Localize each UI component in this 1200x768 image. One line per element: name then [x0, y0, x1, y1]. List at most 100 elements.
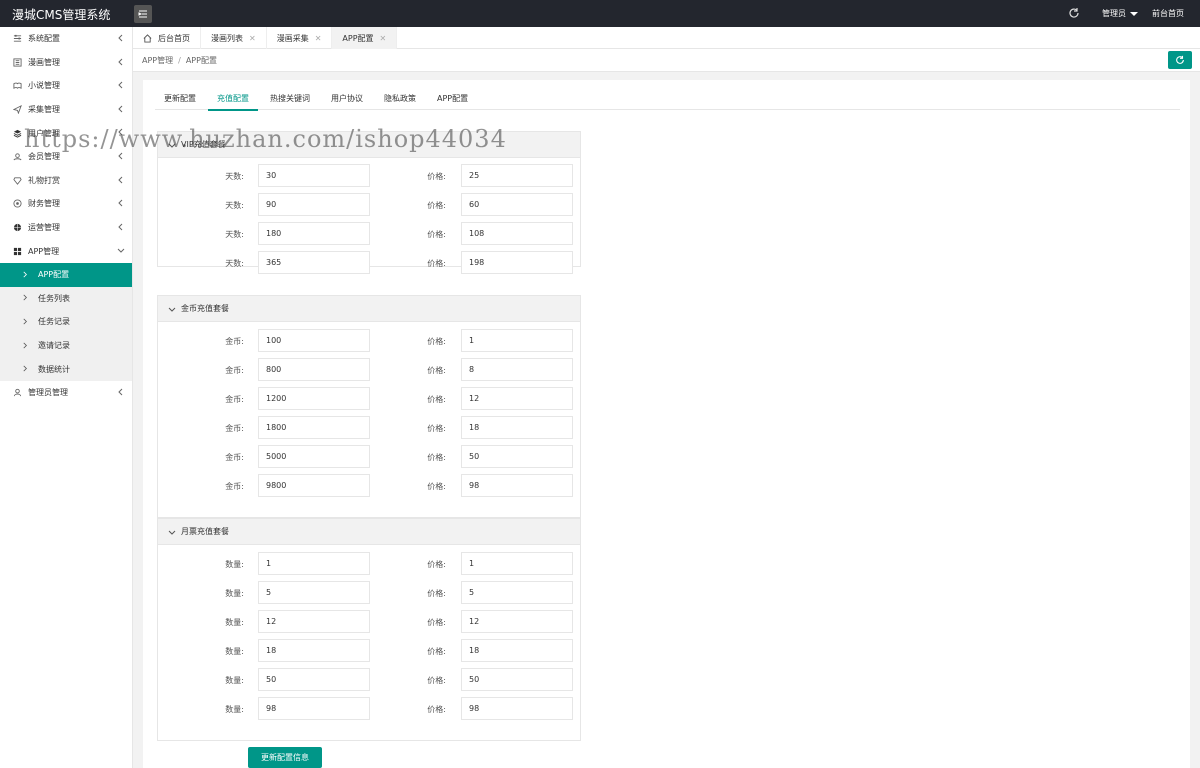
price-input[interactable]: 8 — [461, 358, 573, 381]
price-input[interactable]: 12 — [461, 610, 573, 633]
page-tabs: 后台首页 漫画列表 ✕ 漫画采集 ✕ APP配置 ✕ — [133, 27, 1200, 49]
coins-input[interactable]: 100 — [258, 329, 370, 352]
quantity-input[interactable]: 1 — [258, 552, 370, 575]
reload-button[interactable] — [1168, 51, 1192, 69]
sidebar-subitem-statistics[interactable]: 数据统计 — [0, 357, 132, 381]
front-home-link[interactable]: 前台首页 — [1152, 8, 1184, 19]
tab-user-agreement[interactable]: 用户协议 — [322, 86, 372, 110]
days-label: 天数: — [225, 172, 244, 181]
coins-input[interactable]: 9800 — [258, 474, 370, 497]
quantity-input[interactable]: 98 — [258, 697, 370, 720]
price-input[interactable]: 18 — [461, 639, 573, 662]
close-icon[interactable]: ✕ — [315, 34, 322, 43]
tab-hot-keywords[interactable]: 热搜关键词 — [261, 86, 319, 110]
days-input[interactable]: 30 — [258, 164, 370, 187]
tab-app-settings[interactable]: APP配置 — [428, 86, 477, 110]
sidebar-item-members[interactable]: 会员管理 — [0, 145, 132, 169]
price-input[interactable]: 12 — [461, 387, 573, 410]
coins-input[interactable]: 1200 — [258, 387, 370, 410]
coin-rows: 金币: 100 价格: 1 金币: 800 价格: 8 金币: 1200 价格:… — [158, 322, 580, 500]
sidebar-item-app[interactable]: APP管理 — [0, 239, 132, 263]
sidebar-item-gifts[interactable]: 礼物打赏 — [0, 169, 132, 193]
ticket-row: 数量: 18 价格: 18 — [158, 636, 580, 665]
coins-input[interactable]: 800 — [258, 358, 370, 381]
sidebar-item-finance[interactable]: 财务管理 — [0, 192, 132, 216]
breadcrumb-parent[interactable]: APP管理 — [142, 56, 173, 65]
main-card: 更新配置 充值配置 热搜关键词 用户协议 隐私政策 APP配置 VIP充值套餐 … — [143, 80, 1190, 768]
tab-update-config[interactable]: 更新配置 — [155, 86, 205, 110]
price-label: 价格: — [427, 337, 446, 346]
quantity-input[interactable]: 5 — [258, 581, 370, 604]
quantity-input[interactable]: 12 — [258, 610, 370, 633]
price-input[interactable]: 98 — [461, 474, 573, 497]
ticket-panel-header[interactable]: 月票充值套餐 — [158, 519, 580, 545]
price-input[interactable]: 98 — [461, 697, 573, 720]
price-label: 价格: — [427, 453, 446, 462]
sidebar-item-comic[interactable]: 漫画管理 — [0, 51, 132, 75]
price-input[interactable]: 5 — [461, 581, 573, 604]
sidebar-item-system[interactable]: 系统配置 — [0, 27, 132, 51]
tab-recharge-config[interactable]: 充值配置 — [208, 86, 258, 111]
update-config-button[interactable]: 更新配置信息 — [248, 747, 322, 768]
sidebar-item-label: 用户管理 — [28, 128, 60, 138]
send-icon — [12, 105, 22, 115]
days-label: 天数: — [225, 201, 244, 210]
price-input[interactable]: 1 — [461, 552, 573, 575]
price-input[interactable]: 1 — [461, 329, 573, 352]
sidebar-subitem-invite-records[interactable]: 邀请记录 — [0, 333, 132, 358]
vip-panel: VIP充值套餐 天数: 30 价格: 25 天数: 90 价格: 60 天数: … — [157, 131, 581, 274]
coins-input[interactable]: 5000 — [258, 445, 370, 468]
close-icon[interactable]: ✕ — [249, 34, 256, 43]
days-label: 天数: — [225, 230, 244, 239]
money-icon — [12, 199, 22, 209]
price-label: 价格: — [427, 482, 446, 491]
coin-panel-header[interactable]: 金币充值套餐 — [158, 296, 580, 322]
quantity-input[interactable]: 18 — [258, 639, 370, 662]
tab-comic-collect[interactable]: 漫画采集 ✕ — [267, 27, 333, 49]
price-label: 价格: — [427, 230, 446, 239]
sidebar-item-users[interactable]: 用户管理 — [0, 121, 132, 145]
days-input[interactable]: 90 — [258, 193, 370, 216]
coins-label: 金币: — [225, 482, 244, 491]
price-input[interactable]: 198 — [461, 251, 573, 274]
sidebar-item-label: 会员管理 — [28, 152, 60, 162]
chevron-right-icon — [22, 365, 30, 373]
sidebar-item-operation[interactable]: 运营管理 — [0, 216, 132, 240]
days-input[interactable]: 180 — [258, 222, 370, 245]
price-input[interactable]: 25 — [461, 164, 573, 187]
sidebar-item-label: 小说管理 — [28, 81, 60, 91]
tab-dashboard[interactable]: 后台首页 — [133, 27, 201, 49]
price-label: 价格: — [427, 560, 446, 569]
sidebar-item-collect[interactable]: 采集管理 — [0, 98, 132, 122]
sidebar-item-admins[interactable]: 管理员管理 — [0, 381, 132, 405]
sidebar-subitem-task-records[interactable]: 任务记录 — [0, 310, 132, 334]
price-input[interactable]: 18 — [461, 416, 573, 439]
refresh-icon[interactable] — [1068, 7, 1080, 19]
coins-input[interactable]: 1800 — [258, 416, 370, 439]
menu-toggle-icon — [138, 10, 147, 18]
sidebar-subitem-app-config[interactable]: APP配置 — [0, 262, 132, 287]
price-label: 价格: — [427, 676, 446, 685]
price-input[interactable]: 50 — [461, 668, 573, 691]
quantity-input[interactable]: 50 — [258, 668, 370, 691]
coins-label: 金币: — [225, 337, 244, 346]
tab-comic-list[interactable]: 漫画列表 ✕ — [201, 27, 267, 49]
admin-menu[interactable]: 管理员 — [1102, 8, 1138, 19]
sidebar-subitem-label: APP配置 — [38, 270, 70, 280]
coin-row: 金币: 100 价格: 1 — [158, 326, 580, 355]
vip-panel-header[interactable]: VIP充值套餐 — [158, 132, 580, 158]
price-label: 价格: — [427, 395, 446, 404]
sidebar-subitem-task-list[interactable]: 任务列表 — [0, 286, 132, 311]
chevron-left-icon — [117, 223, 125, 231]
sidebar-item-novel[interactable]: 小说管理 — [0, 74, 132, 98]
price-input[interactable]: 108 — [461, 222, 573, 245]
close-icon[interactable]: ✕ — [380, 34, 387, 43]
tab-app-config[interactable]: APP配置 ✕ — [332, 27, 398, 49]
price-input[interactable]: 50 — [461, 445, 573, 468]
menu-toggle-button[interactable] — [134, 5, 152, 23]
ticket-panel: 月票充值套餐 数量: 1 价格: 1 数量: 5 价格: 5 数量: 12 价格… — [157, 518, 581, 741]
days-input[interactable]: 365 — [258, 251, 370, 274]
price-input[interactable]: 60 — [461, 193, 573, 216]
coin-row: 金币: 1200 价格: 12 — [158, 384, 580, 413]
tab-privacy-policy[interactable]: 隐私政策 — [375, 86, 425, 110]
